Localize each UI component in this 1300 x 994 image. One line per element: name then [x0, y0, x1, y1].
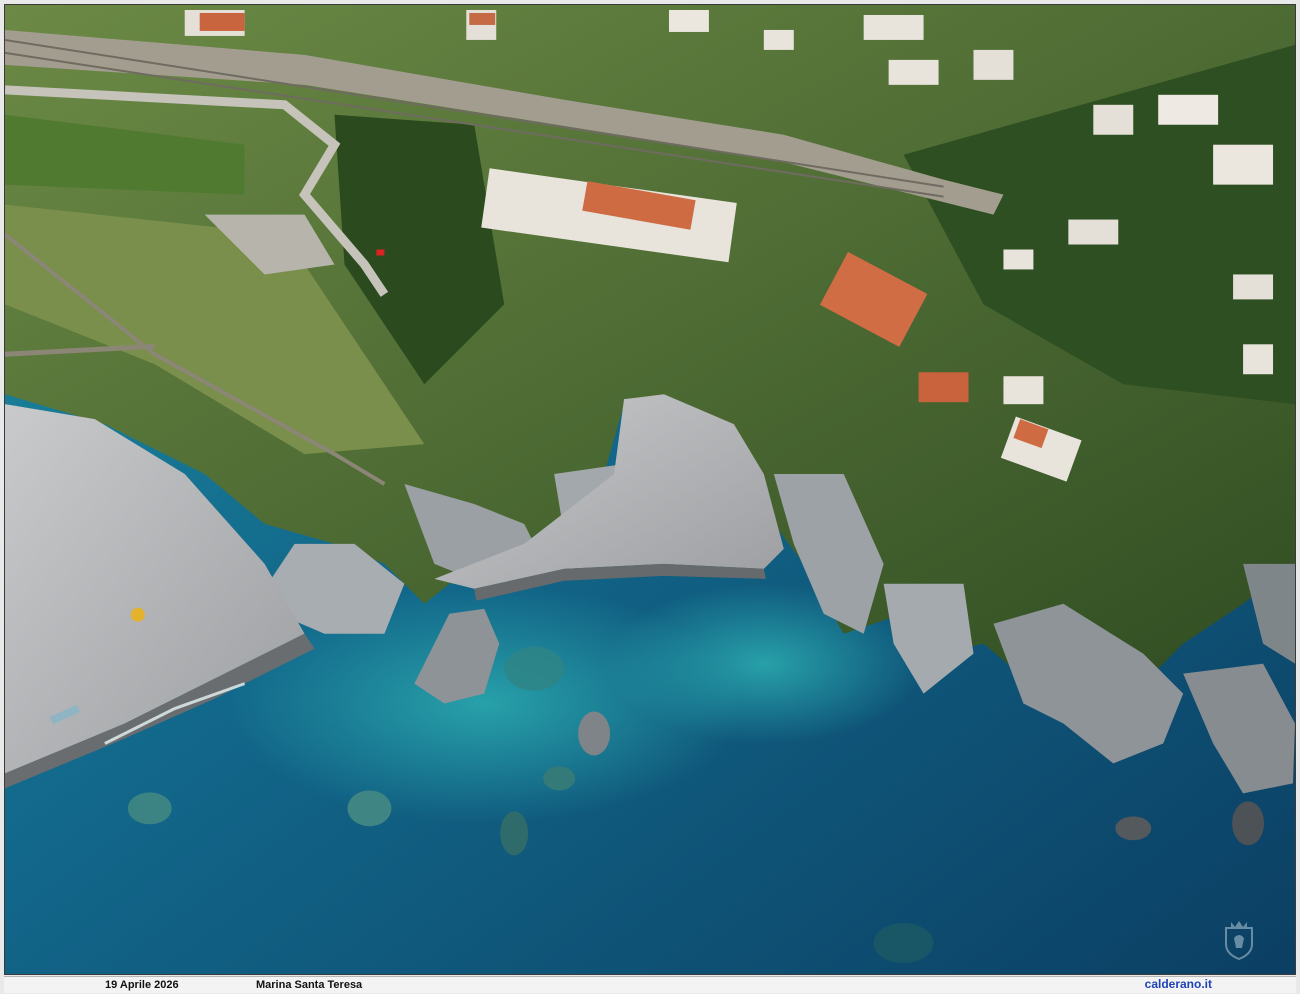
photo-frame: 19 Aprile 2026 Marina Santa Teresa calde…: [0, 0, 1300, 994]
aerial-photo: [4, 4, 1296, 975]
beach-umbrella: [130, 607, 145, 622]
coat-of-arms-icon: [1222, 920, 1256, 960]
caption-bar: 19 Aprile 2026 Marina Santa Teresa calde…: [4, 976, 1296, 993]
photo-date: 19 Aprile 2026: [105, 979, 179, 991]
site-credit: calderano.it: [1144, 977, 1212, 991]
aerial-scene: [5, 5, 1295, 974]
photo-location: Marina Santa Teresa: [256, 979, 363, 991]
parked-car: [376, 249, 385, 256]
